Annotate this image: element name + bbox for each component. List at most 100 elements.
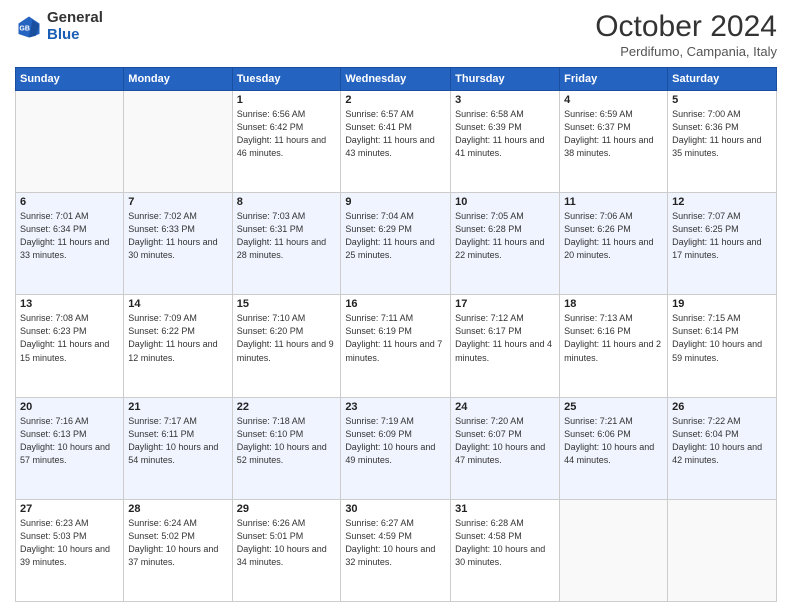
day-number: 26 (672, 401, 772, 413)
calendar-cell: 7 Sunrise: 7:02 AMSunset: 6:33 PMDaylight… (124, 193, 232, 295)
calendar-cell: 16 Sunrise: 7:11 AMSunset: 6:19 PMDayligh… (341, 295, 451, 397)
day-number: 16 (345, 298, 446, 310)
day-number: 8 (237, 196, 337, 208)
day-number: 13 (20, 298, 119, 310)
logo: GB General Blue (15, 10, 103, 43)
calendar-cell: 2 Sunrise: 6:57 AMSunset: 6:41 PMDaylight… (341, 91, 451, 193)
month-title: October 2024 (595, 10, 777, 44)
day-info: Sunrise: 7:09 AMSunset: 6:22 PMDaylight:… (128, 312, 227, 364)
day-number: 20 (20, 401, 119, 413)
calendar-cell: 26 Sunrise: 7:22 AMSunset: 6:04 PMDayligh… (668, 397, 777, 499)
day-info: Sunrise: 7:10 AMSunset: 6:20 PMDaylight:… (237, 312, 337, 364)
table-row: 20 Sunrise: 7:16 AMSunset: 6:13 PMDayligh… (16, 397, 777, 499)
header: GB General Blue October 2024 Perdifumo, … (15, 10, 777, 59)
day-number: 17 (455, 298, 555, 310)
day-info: Sunrise: 6:59 AMSunset: 6:37 PMDaylight:… (564, 108, 663, 160)
calendar-cell: 17 Sunrise: 7:12 AMSunset: 6:17 PMDayligh… (451, 295, 560, 397)
calendar-cell: 11Sunrise: 7:06 AMSunset: 6:26 PMDayligh… (560, 193, 668, 295)
day-number: 14 (128, 298, 227, 310)
calendar-cell: 6Sunrise: 7:01 AMSunset: 6:34 PMDaylight… (16, 193, 124, 295)
day-number: 22 (237, 401, 337, 413)
day-info: Sunrise: 6:26 AMSunset: 5:01 PMDaylight:… (237, 517, 337, 569)
day-number: 5 (672, 94, 772, 106)
page: GB General Blue October 2024 Perdifumo, … (0, 0, 792, 612)
calendar-cell (16, 91, 124, 193)
calendar-cell: 24Sunrise: 7:20 AMSunset: 6:07 PMDayligh… (451, 397, 560, 499)
day-info: Sunrise: 6:57 AMSunset: 6:41 PMDaylight:… (345, 108, 446, 160)
day-number: 7 (128, 196, 227, 208)
day-number: 3 (455, 94, 555, 106)
day-number: 28 (128, 503, 227, 515)
subtitle: Perdifumo, Campania, Italy (595, 44, 777, 59)
calendar-table: Sunday Monday Tuesday Wednesday Thursday… (15, 67, 777, 602)
calendar-cell: 1Sunrise: 6:56 AMSunset: 6:42 PMDaylight… (232, 91, 341, 193)
calendar-cell: 18 Sunrise: 7:13 AMSunset: 6:16 PMDayligh… (560, 295, 668, 397)
calendar-cell: 29 Sunrise: 6:26 AMSunset: 5:01 PMDayligh… (232, 499, 341, 601)
header-row: Sunday Monday Tuesday Wednesday Thursday… (16, 68, 777, 91)
day-info: Sunrise: 7:03 AMSunset: 6:31 PMDaylight:… (237, 210, 337, 262)
day-info: Sunrise: 7:05 AMSunset: 6:28 PMDaylight:… (455, 210, 555, 262)
calendar-cell: 20 Sunrise: 7:16 AMSunset: 6:13 PMDayligh… (16, 397, 124, 499)
day-number: 25 (564, 401, 663, 413)
calendar-cell (124, 91, 232, 193)
calendar-cell: 8 Sunrise: 7:03 AMSunset: 6:31 PMDaylight… (232, 193, 341, 295)
calendar-cell: 21Sunrise: 7:17 AMSunset: 6:11 PMDayligh… (124, 397, 232, 499)
day-info: Sunrise: 6:24 AMSunset: 5:02 PMDaylight:… (128, 517, 227, 569)
svg-text:GB: GB (19, 25, 30, 32)
day-info: Sunrise: 6:23 AMSunset: 5:03 PMDaylight:… (20, 517, 119, 569)
day-info: Sunrise: 7:04 AMSunset: 6:29 PMDaylight:… (345, 210, 446, 262)
col-thursday: Thursday (451, 68, 560, 91)
calendar-cell: 31Sunrise: 6:28 AMSunset: 4:58 PMDayligh… (451, 499, 560, 601)
calendar-cell: 27Sunrise: 6:23 AMSunset: 5:03 PMDayligh… (16, 499, 124, 601)
title-block: October 2024 Perdifumo, Campania, Italy (595, 10, 777, 59)
calendar-cell (668, 499, 777, 601)
logo-general: General (47, 9, 103, 26)
table-row: 27Sunrise: 6:23 AMSunset: 5:03 PMDayligh… (16, 499, 777, 601)
logo-text: General Blue (47, 10, 103, 43)
day-info: Sunrise: 7:12 AMSunset: 6:17 PMDaylight:… (455, 312, 555, 364)
calendar-cell: 19 Sunrise: 7:15 AMSunset: 6:14 PMDayligh… (668, 295, 777, 397)
day-info: Sunrise: 7:08 AMSunset: 6:23 PMDaylight:… (20, 312, 119, 364)
calendar-cell: 25Sunrise: 7:21 AMSunset: 6:06 PMDayligh… (560, 397, 668, 499)
day-info: Sunrise: 7:11 AMSunset: 6:19 PMDaylight:… (345, 312, 446, 364)
logo-icon: GB (15, 13, 43, 41)
calendar-cell: 12Sunrise: 7:07 AMSunset: 6:25 PMDayligh… (668, 193, 777, 295)
day-info: Sunrise: 6:28 AMSunset: 4:58 PMDaylight:… (455, 517, 555, 569)
col-sunday: Sunday (16, 68, 124, 91)
calendar-cell: 14 Sunrise: 7:09 AMSunset: 6:22 PMDayligh… (124, 295, 232, 397)
calendar-cell: 10Sunrise: 7:05 AMSunset: 6:28 PMDayligh… (451, 193, 560, 295)
calendar-cell: 9Sunrise: 7:04 AMSunset: 6:29 PMDaylight… (341, 193, 451, 295)
day-info: Sunrise: 7:00 AMSunset: 6:36 PMDaylight:… (672, 108, 772, 160)
day-info: Sunrise: 7:18 AMSunset: 6:10 PMDaylight:… (237, 415, 337, 467)
table-row: 6Sunrise: 7:01 AMSunset: 6:34 PMDaylight… (16, 193, 777, 295)
day-info: Sunrise: 7:22 AMSunset: 6:04 PMDaylight:… (672, 415, 772, 467)
calendar-cell: 23Sunrise: 7:19 AMSunset: 6:09 PMDayligh… (341, 397, 451, 499)
calendar-cell: 22 Sunrise: 7:18 AMSunset: 6:10 PMDayligh… (232, 397, 341, 499)
day-info: Sunrise: 7:15 AMSunset: 6:14 PMDaylight:… (672, 312, 772, 364)
day-info: Sunrise: 6:27 AMSunset: 4:59 PMDaylight:… (345, 517, 446, 569)
day-number: 29 (237, 503, 337, 515)
calendar-cell: 28 Sunrise: 6:24 AMSunset: 5:02 PMDayligh… (124, 499, 232, 601)
day-info: Sunrise: 7:16 AMSunset: 6:13 PMDaylight:… (20, 415, 119, 467)
day-info: Sunrise: 7:02 AMSunset: 6:33 PMDaylight:… (128, 210, 227, 262)
day-number: 19 (672, 298, 772, 310)
col-monday: Monday (124, 68, 232, 91)
calendar-cell: 15Sunrise: 7:10 AMSunset: 6:20 PMDayligh… (232, 295, 341, 397)
col-wednesday: Wednesday (341, 68, 451, 91)
day-number: 4 (564, 94, 663, 106)
col-saturday: Saturday (668, 68, 777, 91)
day-info: Sunrise: 7:13 AMSunset: 6:16 PMDaylight:… (564, 312, 663, 364)
day-number: 23 (345, 401, 446, 413)
calendar-cell: 13 Sunrise: 7:08 AMSunset: 6:23 PMDayligh… (16, 295, 124, 397)
day-number: 30 (345, 503, 446, 515)
day-info: Sunrise: 6:58 AMSunset: 6:39 PMDaylight:… (455, 108, 555, 160)
day-info: Sunrise: 7:20 AMSunset: 6:07 PMDaylight:… (455, 415, 555, 467)
day-info: Sunrise: 7:17 AMSunset: 6:11 PMDaylight:… (128, 415, 227, 467)
table-row: 13 Sunrise: 7:08 AMSunset: 6:23 PMDayligh… (16, 295, 777, 397)
day-number: 18 (564, 298, 663, 310)
day-number: 11 (564, 196, 663, 208)
day-number: 1 (237, 94, 337, 106)
calendar-cell (560, 499, 668, 601)
calendar-cell: 5 Sunrise: 7:00 AMSunset: 6:36 PMDaylight… (668, 91, 777, 193)
day-number: 2 (345, 94, 446, 106)
